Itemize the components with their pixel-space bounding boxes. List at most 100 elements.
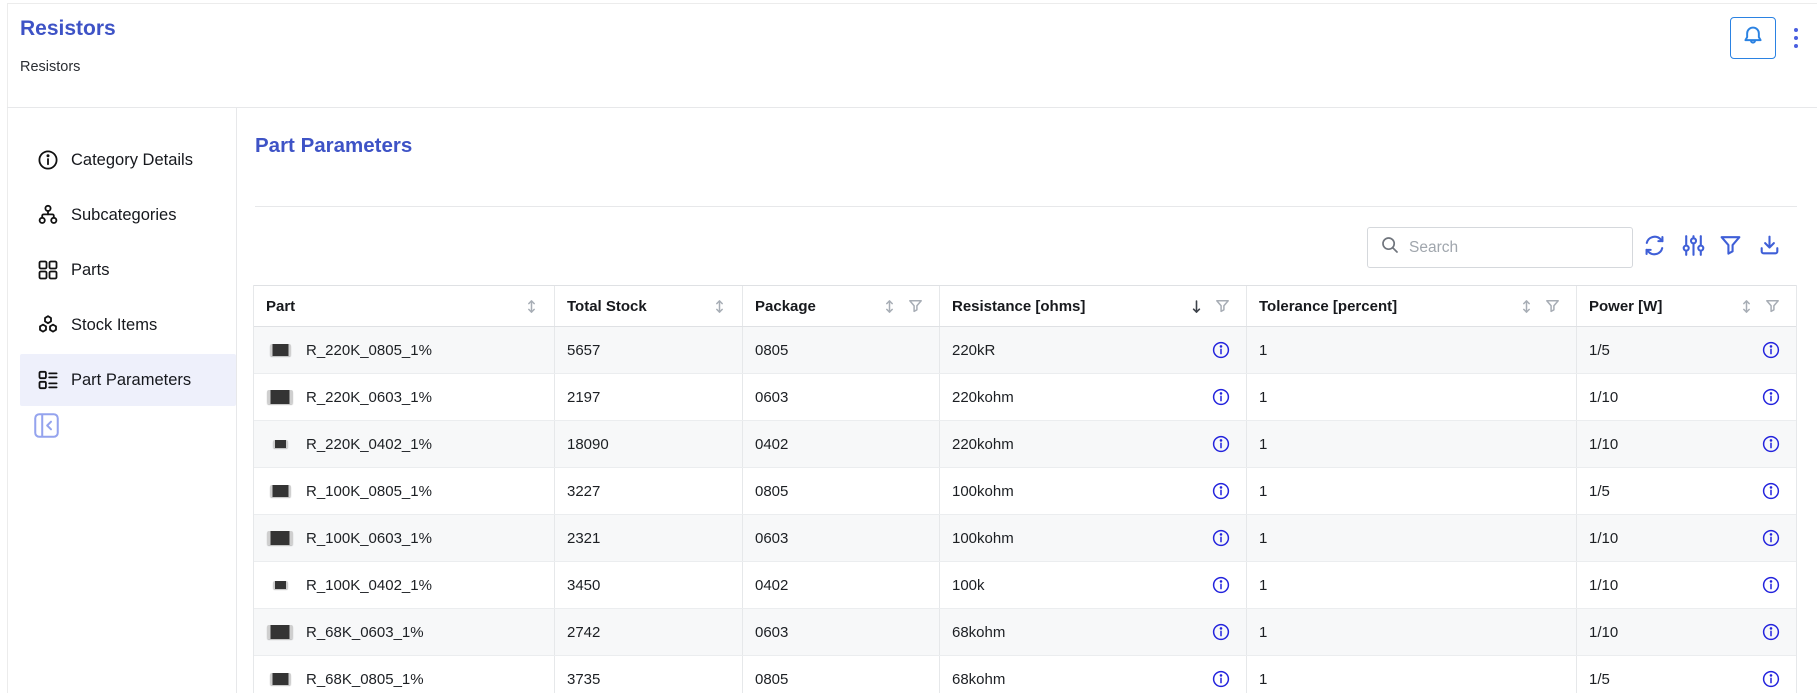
sidebar-item-parts[interactable]: Parts: [20, 244, 236, 296]
column-filter-icon[interactable]: [908, 299, 923, 314]
info-icon[interactable]: [1212, 670, 1230, 688]
resistor-chip-icon: [270, 344, 291, 356]
filter-button[interactable]: [1717, 235, 1743, 261]
sidebar-item-label: Parts: [71, 261, 110, 280]
download-button[interactable]: [1756, 235, 1782, 261]
cell-power: 1/5: [1589, 342, 1750, 359]
column-header-tolerance[interactable]: Tolerance [percent]: [1246, 286, 1576, 326]
cell-power: 1/5: [1589, 671, 1750, 688]
sort-icon[interactable]: [1520, 299, 1533, 314]
cell-resistance: 68kohm: [952, 624, 1200, 641]
column-header-total_stock[interactable]: Total Stock: [554, 286, 742, 326]
info-icon[interactable]: [1762, 482, 1780, 500]
cell-part: R_100K_0805_1%: [306, 483, 538, 500]
cell-power: 1/10: [1589, 436, 1750, 453]
cell-part: R_220K_0805_1%: [306, 342, 538, 359]
sort-icon[interactable]: [1740, 299, 1753, 314]
search-input[interactable]: [1409, 239, 1622, 257]
checklist-icon: [37, 369, 59, 391]
cell-package: 0603: [755, 389, 923, 406]
cell-part: R_220K_0402_1%: [306, 436, 538, 453]
grid-icon: [37, 259, 59, 281]
sidebar-divider: [236, 107, 237, 693]
info-icon[interactable]: [1762, 623, 1780, 641]
sort-desc-icon[interactable]: [1190, 299, 1203, 314]
column-label: Package: [755, 298, 871, 315]
notifications-button[interactable]: [1730, 17, 1776, 59]
column-filter-icon[interactable]: [1765, 299, 1780, 314]
sidebar-items: Category Details Subcategories Parts Sto…: [20, 134, 236, 406]
cell-tolerance: 1: [1259, 624, 1560, 641]
part-thumbnail: [266, 673, 294, 685]
table-row[interactable]: R_220K_0805_1%56570805220kR11/5: [254, 327, 1796, 374]
column-filter-icon[interactable]: [1545, 299, 1560, 314]
cell-tolerance: 1: [1259, 389, 1560, 406]
breadcrumb: Resistors: [20, 59, 80, 75]
info-icon[interactable]: [1212, 529, 1230, 547]
part-thumbnail: [266, 344, 294, 356]
info-icon[interactable]: [1212, 576, 1230, 594]
info-icon[interactable]: [1762, 529, 1780, 547]
kebab-menu-button[interactable]: [1785, 21, 1807, 55]
cell-power: 1/10: [1589, 624, 1750, 641]
bell-icon: [1740, 23, 1766, 54]
cell-power: 1/10: [1589, 389, 1750, 406]
table-row[interactable]: R_100K_0603_1%23210603100kohm11/10: [254, 515, 1796, 562]
column-header-power[interactable]: Power [W]: [1576, 286, 1796, 326]
info-icon[interactable]: [1212, 623, 1230, 641]
info-icon[interactable]: [1212, 341, 1230, 359]
column-label: Resistance [ohms]: [952, 298, 1178, 315]
collapse-sidebar-button[interactable]: [33, 412, 60, 439]
column-header-part[interactable]: Part: [254, 286, 554, 326]
column-header-package[interactable]: Package: [742, 286, 939, 326]
cell-resistance: 220kohm: [952, 389, 1200, 406]
section-divider: [255, 206, 1797, 207]
hierarchy-icon: [37, 204, 59, 226]
sort-icon[interactable]: [713, 299, 726, 314]
cell-total-stock: 18090: [567, 436, 726, 453]
resistor-chip-icon: [267, 390, 293, 404]
sidebar-item-stock-items[interactable]: Stock Items: [20, 299, 236, 351]
view-settings-button[interactable]: [1680, 235, 1706, 261]
resistor-chip-icon: [267, 625, 293, 639]
info-icon[interactable]: [1212, 388, 1230, 406]
cell-total-stock: 3735: [567, 671, 726, 688]
cell-package: 0603: [755, 530, 923, 547]
cell-tolerance: 1: [1259, 436, 1560, 453]
cell-resistance: 100kohm: [952, 530, 1200, 547]
column-header-resistance[interactable]: Resistance [ohms]: [939, 286, 1246, 326]
cell-total-stock: 2742: [567, 624, 726, 641]
sidebar-item-category-details[interactable]: Category Details: [20, 134, 236, 186]
cell-resistance: 100kohm: [952, 483, 1200, 500]
cell-tolerance: 1: [1259, 342, 1560, 359]
sidebar-item-part-parameters[interactable]: Part Parameters: [20, 354, 236, 406]
table-row[interactable]: R_220K_0402_1%180900402220kohm11/10: [254, 421, 1796, 468]
kebab-menu-icon: [1794, 28, 1799, 33]
info-icon[interactable]: [1762, 388, 1780, 406]
sort-icon[interactable]: [525, 299, 538, 314]
refresh-icon: [1642, 233, 1667, 263]
table-row[interactable]: R_68K_0805_1%3735080568kohm11/5: [254, 656, 1796, 693]
cubes-icon: [37, 314, 59, 336]
table-row[interactable]: R_100K_0805_1%32270805100kohm11/5: [254, 468, 1796, 515]
refresh-button[interactable]: [1641, 235, 1667, 261]
sidebar-item-subcategories[interactable]: Subcategories: [20, 189, 236, 241]
info-icon[interactable]: [1762, 341, 1780, 359]
table-row[interactable]: R_100K_0402_1%34500402100k11/10: [254, 562, 1796, 609]
info-icon[interactable]: [1212, 482, 1230, 500]
cell-package: 0402: [755, 436, 923, 453]
info-icon[interactable]: [1762, 670, 1780, 688]
info-icon[interactable]: [1762, 435, 1780, 453]
part-thumbnail: [266, 485, 294, 497]
info-circle-icon: [37, 149, 59, 171]
sort-icon[interactable]: [883, 299, 896, 314]
info-icon[interactable]: [1762, 576, 1780, 594]
column-filter-icon[interactable]: [1215, 299, 1230, 314]
cell-power: 1/5: [1589, 483, 1750, 500]
part-thumbnail: [266, 625, 294, 639]
table-row[interactable]: R_68K_0603_1%2742060368kohm11/10: [254, 609, 1796, 656]
page: Resistors Resistors Category Details Sub…: [0, 0, 1817, 693]
info-icon[interactable]: [1212, 435, 1230, 453]
sliders-icon: [1681, 233, 1706, 263]
table-row[interactable]: R_220K_0603_1%21970603220kohm11/10: [254, 374, 1796, 421]
